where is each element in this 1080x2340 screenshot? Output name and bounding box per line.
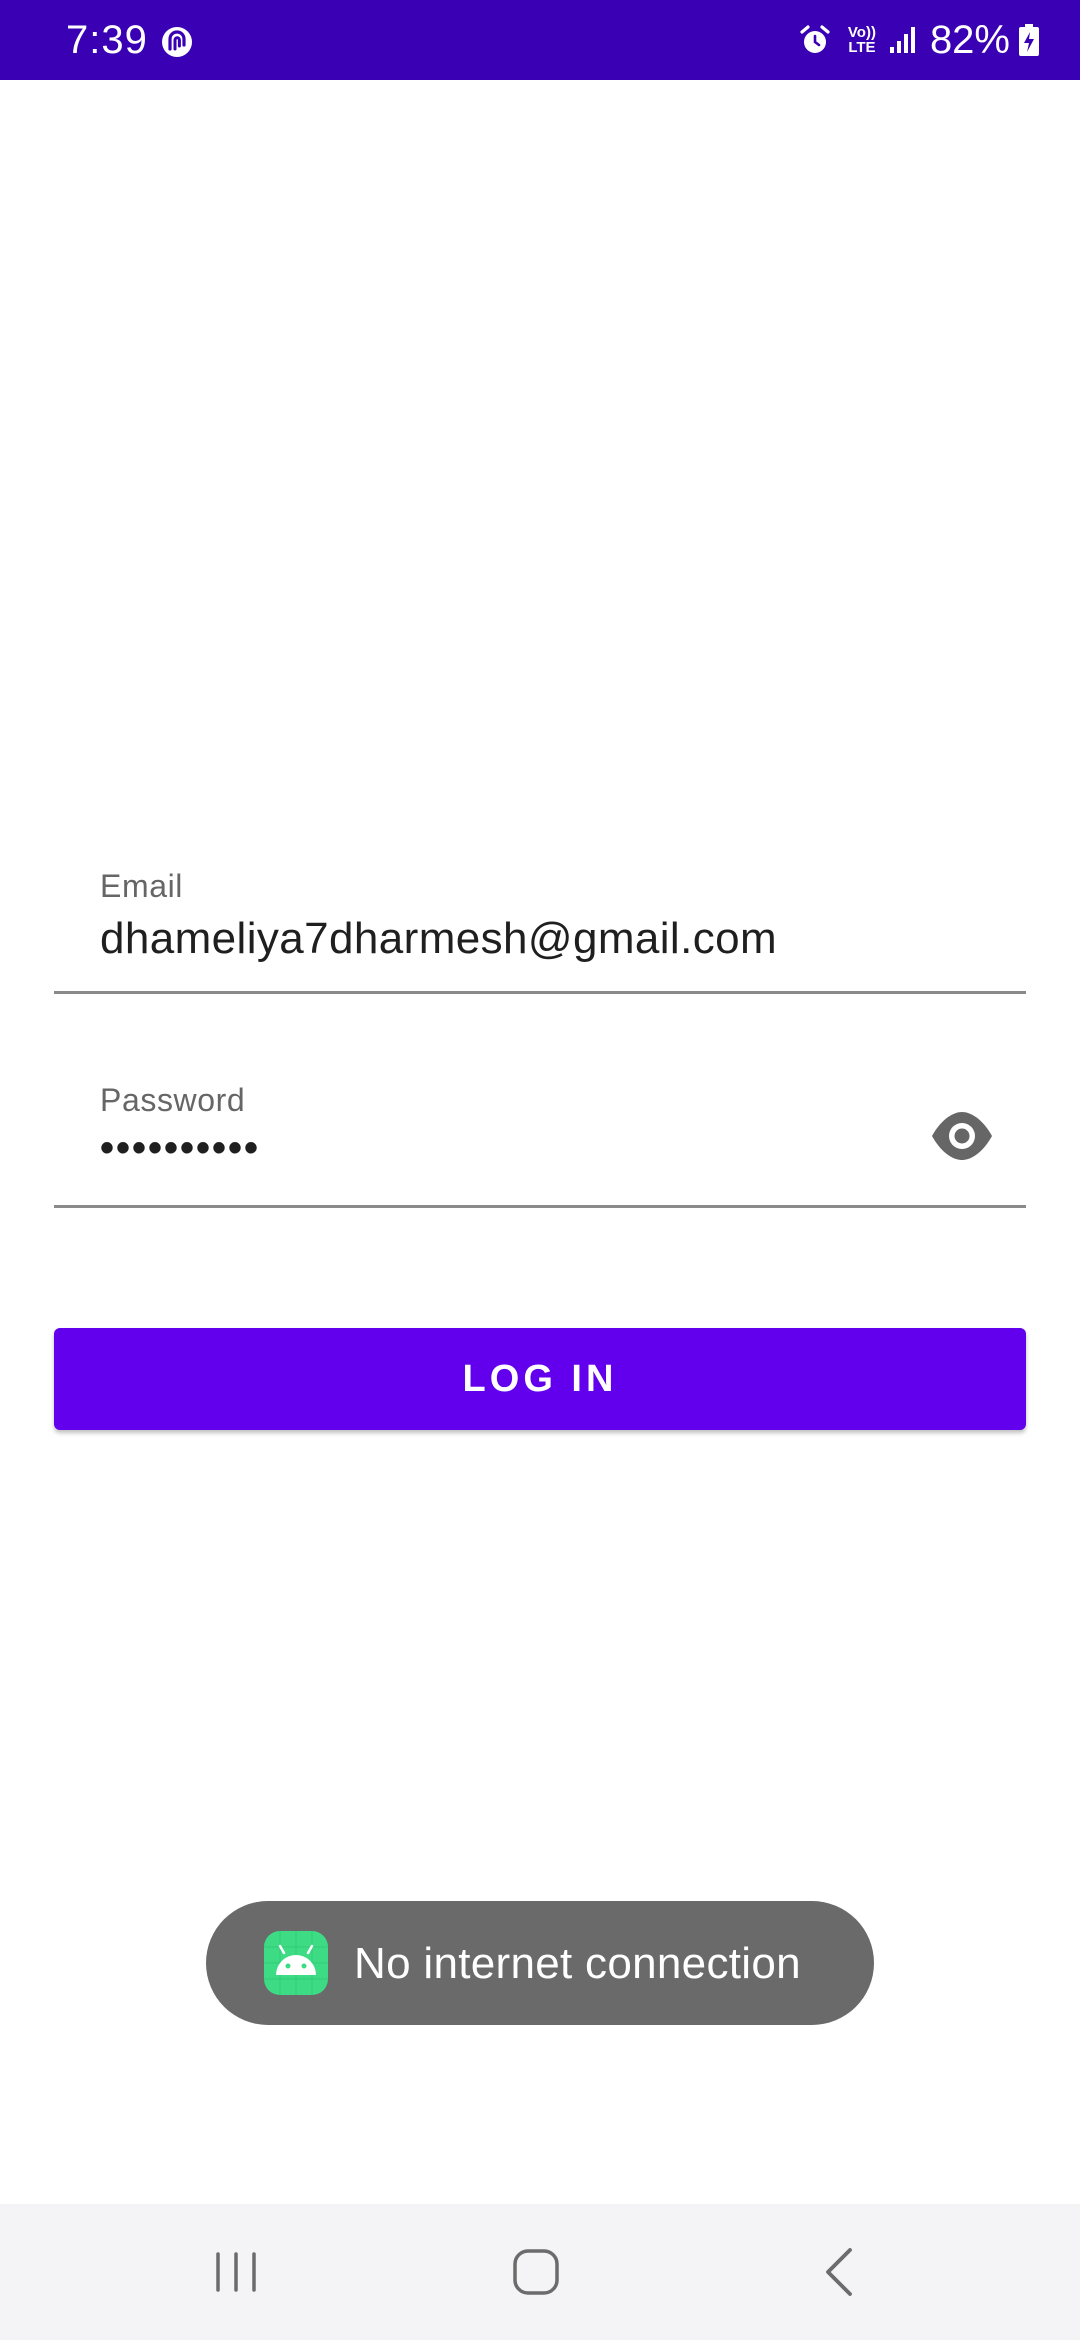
password-underline bbox=[54, 1205, 1026, 1208]
volte-label: Vo)) LTE bbox=[847, 24, 876, 56]
toast: No internet connection bbox=[206, 1901, 874, 2025]
battery-percent: 82% bbox=[929, 18, 1010, 62]
alarm-icon bbox=[800, 25, 830, 53]
password-input[interactable]: •••••••••• bbox=[100, 1126, 260, 1171]
toast-message: No internet connection bbox=[354, 1939, 801, 1988]
battery-charging-icon bbox=[1019, 24, 1039, 56]
status-bar: 7:39 Vo)) LTE 82% bbox=[0, 0, 1080, 80]
email-underline bbox=[54, 991, 1026, 994]
back-icon[interactable] bbox=[810, 2242, 870, 2302]
eye-icon[interactable] bbox=[930, 1104, 994, 1168]
email-input[interactable]: dhameliya7dharmesh@gmail.com bbox=[100, 914, 777, 964]
email-field[interactable]: Email dhameliya7dharmesh@gmail.com bbox=[54, 856, 1026, 994]
android-icon bbox=[264, 1931, 328, 1995]
status-time: 7:39 bbox=[66, 18, 148, 62]
login-button[interactable]: LOG IN bbox=[54, 1328, 1026, 1430]
password-label: Password bbox=[100, 1082, 246, 1118]
password-field[interactable]: Password •••••••••• bbox=[54, 1070, 1026, 1208]
volte-icon: Vo)) LTE bbox=[846, 25, 878, 55]
navigation-bar bbox=[0, 2204, 1080, 2340]
status-icons: Vo)) LTE 82% bbox=[798, 14, 1040, 66]
email-label: Email bbox=[100, 868, 184, 904]
signal-icon bbox=[889, 27, 915, 53]
recent-apps-icon[interactable] bbox=[206, 2242, 266, 2302]
sync-app-icon bbox=[162, 27, 192, 57]
home-icon[interactable] bbox=[506, 2242, 566, 2302]
